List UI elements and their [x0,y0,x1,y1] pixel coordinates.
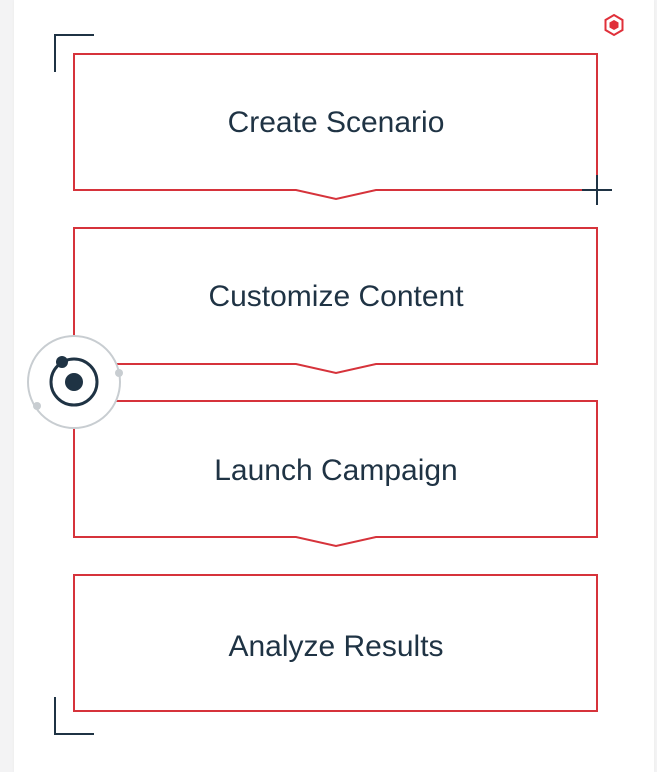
hexagon-icon [604,13,624,37]
plus-icon[interactable] [582,175,612,205]
step-label-customize-content: Customize Content [208,280,464,313]
orbit-target-icon [27,335,123,429]
step-label-create-scenario: Create Scenario [227,106,445,139]
step-label-analyze-results: Analyze Results [228,630,444,663]
step-label-launch-campaign: Launch Campaign [214,454,458,487]
